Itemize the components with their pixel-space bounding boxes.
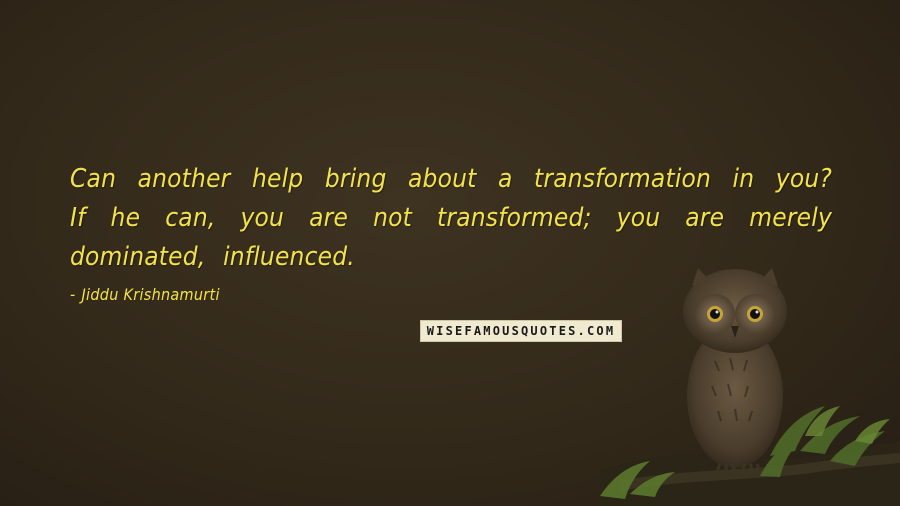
author-name: Jiddu Krishnamurti [81, 285, 220, 304]
owl-on-branch-image [600, 268, 900, 506]
quote-author: - Jiddu Krishnamurti [70, 285, 220, 304]
site-watermark: WISEFAMOUSQUOTES.COM [420, 320, 622, 342]
author-dash: - [70, 285, 76, 304]
